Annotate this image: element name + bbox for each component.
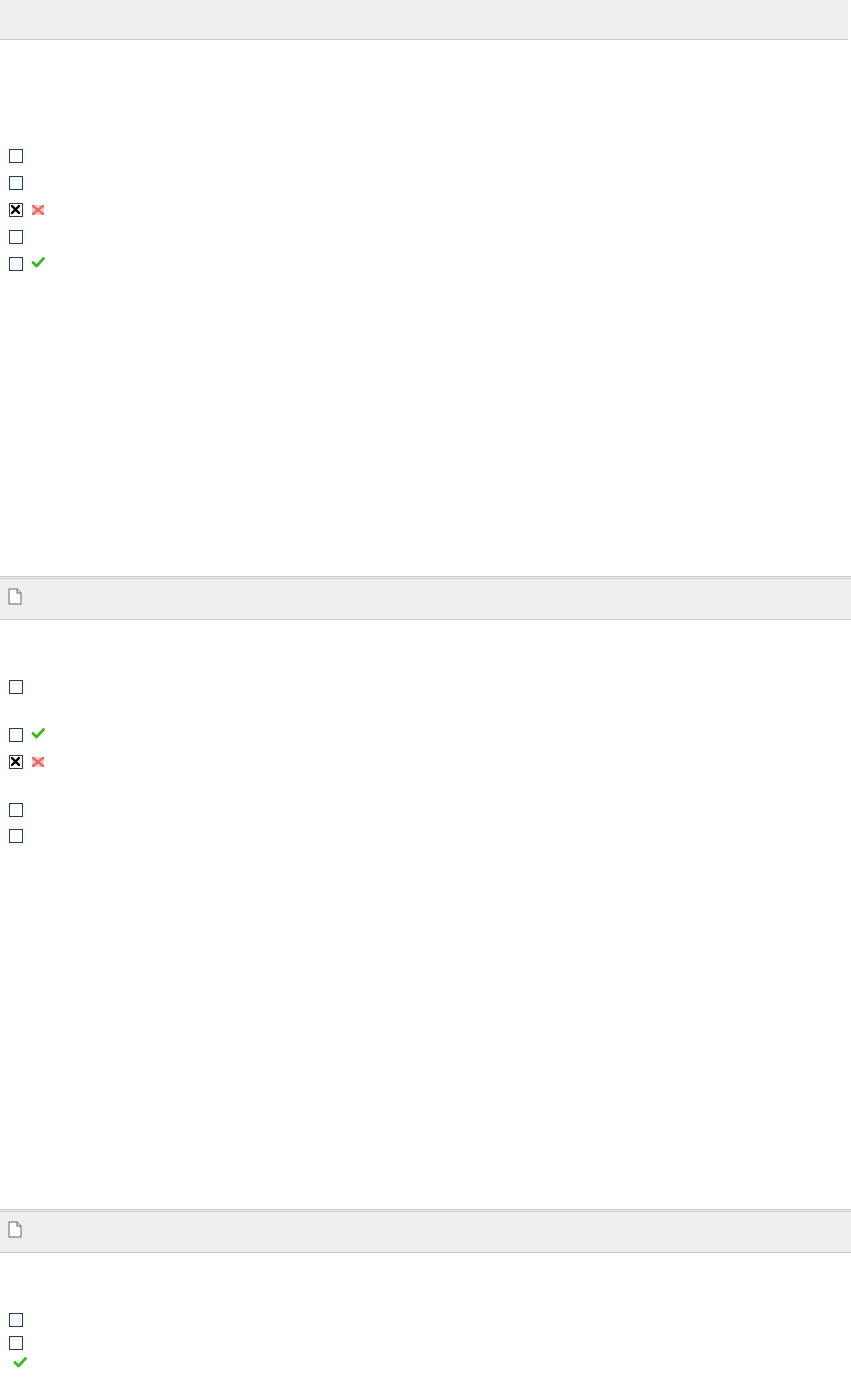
- section-3-header: [0, 1209, 851, 1253]
- answer-checkbox[interactable]: [9, 680, 23, 694]
- correct-check-icon: [13, 1357, 27, 1368]
- correct-check-icon: [31, 257, 45, 268]
- answer-checkbox[interactable]: [9, 230, 23, 244]
- section-2-header: [0, 576, 851, 620]
- document-icon: [8, 588, 22, 605]
- answer-checkbox[interactable]: [9, 149, 23, 163]
- answer-checkbox[interactable]: [9, 829, 23, 843]
- answer-checkbox[interactable]: [9, 1336, 23, 1350]
- x-mark-icon: [11, 757, 20, 766]
- wrong-x-icon: [31, 204, 45, 216]
- section-1-header: [0, 0, 848, 40]
- answer-checkbox-checked[interactable]: [9, 755, 23, 769]
- answer-checkbox[interactable]: [9, 1313, 23, 1327]
- answer-checkbox[interactable]: [9, 803, 23, 817]
- correct-check-icon: [31, 728, 45, 739]
- answer-checkbox[interactable]: [9, 257, 23, 271]
- answer-checkbox-checked[interactable]: [9, 203, 23, 217]
- document-icon: [8, 1221, 22, 1238]
- answer-checkbox[interactable]: [9, 176, 23, 190]
- x-mark-icon: [11, 205, 20, 214]
- wrong-x-icon: [31, 756, 45, 768]
- answer-checkbox[interactable]: [9, 728, 23, 742]
